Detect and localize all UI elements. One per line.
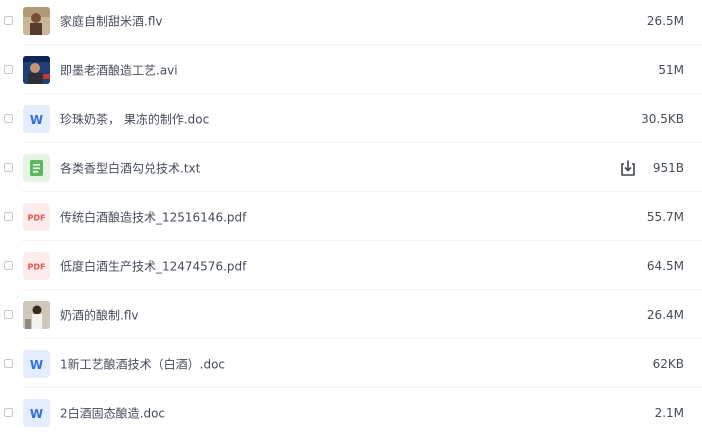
word-doc-icon: W [23, 349, 50, 378]
video-thumbnail-icon [23, 6, 50, 35]
file-size: 26.4M [646, 307, 684, 322]
pdf-file-icon: PDF [23, 251, 50, 280]
svg-text:PDF: PDF [28, 262, 46, 271]
file-name[interactable]: 传统白酒酿造技术_12516146.pdf [60, 208, 246, 225]
file-row[interactable]: 家庭自制甜米酒.flv 26.5M [0, 0, 702, 45]
word-doc-icon: W [23, 398, 50, 427]
file-name[interactable]: 珍珠奶茶， 果冻的制作.doc [60, 110, 209, 127]
svg-text:PDF: PDF [28, 213, 46, 222]
file-row[interactable]: W 1新工艺酿酒技术（白酒）.doc 62KB [0, 339, 702, 388]
file-name[interactable]: 低度白酒生产技术_12474576.pdf [60, 257, 246, 274]
row-checkbox[interactable] [4, 309, 13, 319]
file-name[interactable]: 2白酒固态酿造.doc [60, 404, 165, 421]
file-row[interactable]: 即墨老酒酿造工艺.avi 51M [0, 45, 702, 94]
row-checkbox[interactable] [4, 407, 13, 417]
file-row[interactable]: W 2白酒固态酿造.doc 2.1M [0, 388, 702, 437]
svg-text:W: W [30, 407, 43, 421]
file-name[interactable]: 各类香型白酒勾兑技术.txt [60, 159, 200, 176]
download-icon[interactable] [619, 159, 637, 177]
file-size: 55.7M [646, 209, 684, 224]
txt-file-icon [23, 153, 50, 182]
file-size: 951B [652, 160, 684, 175]
file-list: 家庭自制甜米酒.flv 26.5M 即墨老酒酿造工艺.avi 51M W 珍珠奶… [0, 0, 702, 429]
file-size: 26.5M [646, 13, 684, 28]
file-size: 51M [658, 62, 684, 77]
file-row[interactable]: W 珍珠奶茶， 果冻的制作.doc 30.5KB [0, 94, 702, 143]
file-row[interactable]: 奶酒的酿制.flv 26.4M [0, 290, 702, 339]
row-checkbox[interactable] [4, 260, 13, 270]
row-checkbox[interactable] [4, 64, 13, 74]
file-size: 62KB [652, 356, 684, 371]
svg-text:W: W [30, 358, 43, 372]
row-checkbox[interactable] [4, 358, 13, 368]
file-size: 30.5KB [641, 111, 684, 126]
row-checkbox[interactable] [4, 211, 13, 221]
row-checkbox[interactable] [4, 113, 13, 123]
row-checkbox[interactable] [4, 162, 13, 172]
file-name[interactable]: 即墨老酒酿造工艺.avi [60, 61, 178, 78]
file-name[interactable]: 家庭自制甜米酒.flv [60, 12, 162, 29]
word-doc-icon: W [23, 104, 50, 133]
file-row[interactable]: PDF 传统白酒酿造技术_12516146.pdf 55.7M [0, 192, 702, 241]
svg-text:W: W [30, 113, 43, 127]
file-row[interactable]: 各类香型白酒勾兑技术.txt 951B [0, 143, 702, 192]
row-checkbox[interactable] [4, 15, 13, 25]
pdf-file-icon: PDF [23, 202, 50, 231]
video-thumbnail-icon [23, 55, 50, 84]
file-size: 2.1M [654, 405, 684, 420]
file-row[interactable]: PDF 低度白酒生产技术_12474576.pdf 64.5M [0, 241, 702, 290]
file-name[interactable]: 奶酒的酿制.flv [60, 306, 138, 323]
file-size: 64.5M [646, 258, 684, 273]
video-thumbnail-icon [23, 300, 50, 329]
file-name[interactable]: 1新工艺酿酒技术（白酒）.doc [60, 355, 225, 372]
